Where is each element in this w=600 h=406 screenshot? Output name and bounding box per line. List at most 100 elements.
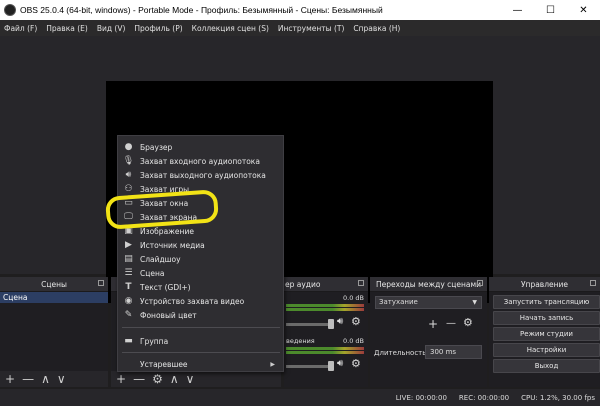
move-scene-down-button[interactable]: ∨ — [57, 373, 66, 385]
menu-item-video-capture-device[interactable]: ◉ Устройство захвата видео — [118, 294, 283, 308]
gear-icon[interactable]: ⚙ — [152, 373, 163, 385]
audio-mixer-body: 0.0 dB 🔊︎ ⚙ ведения 0.0 dB 🔊︎ ⚙ — [284, 292, 368, 387]
list-icon: ☰ — [124, 267, 133, 278]
start-recording-button[interactable]: Начать запись — [493, 311, 600, 325]
speaker-icon: 🔊︎ — [125, 169, 132, 180]
close-button[interactable]: ✕ — [567, 0, 600, 20]
menu-item-color-source[interactable]: ✎ Фоновый цвет — [118, 308, 283, 322]
menu-tools[interactable]: Инструменты (T) — [278, 24, 345, 33]
track-1-volume-slider[interactable] — [286, 319, 334, 329]
slideshow-icon: ▤ — [124, 253, 133, 264]
scene-item[interactable]: Сцена — [0, 292, 108, 303]
add-scene-button[interactable]: + — [5, 373, 15, 385]
transitions-dock-title: Переходы между сценами — [375, 279, 482, 289]
scenes-dock: Сцены Сцена + — ∧ ∨ — [0, 277, 108, 387]
camera-icon: ◉ — [124, 295, 133, 306]
sources-toolbar: + — ⚙ ∧ ∨ — [111, 371, 281, 387]
track-1-meter — [286, 304, 364, 312]
scenes-list: Сцена + — ∧ ∨ — [0, 292, 108, 387]
gear-icon[interactable]: ⚙ — [463, 316, 473, 329]
audio-mixer-dock: ер аудио 0.0 dB 🔊︎ ⚙ ведения 0.0 dB 🔊︎ ⚙ — [284, 277, 368, 387]
menu-edit[interactable]: Правка (E) — [46, 24, 88, 33]
cpu-status: CPU: 1.2%, 30.00 fps — [521, 393, 595, 402]
scenes-dock-title: Сцены — [41, 279, 67, 289]
add-source-button[interactable]: + — [116, 373, 126, 385]
brush-icon: ✎ — [124, 309, 133, 320]
menu-profile[interactable]: Профиль (P) — [134, 24, 182, 33]
studio-mode-button[interactable]: Режим студии — [493, 327, 600, 341]
remove-transition-button[interactable]: — — [446, 318, 456, 329]
menu-item-audio-output-capture[interactable]: 🔊︎ Захват выходного аудиопотока — [118, 168, 283, 182]
settings-button[interactable]: Настройки — [493, 343, 600, 357]
move-source-down-button[interactable]: ∨ — [186, 373, 195, 385]
gear-icon[interactable]: ⚙ — [351, 357, 361, 370]
menu-item-media-source[interactable]: ▶ Источник медиа — [118, 238, 283, 252]
transition-selected: Затухание — [379, 298, 418, 306]
menu-item-slideshow[interactable]: ▤ Слайдшоу — [118, 252, 283, 266]
float-dock-icon[interactable] — [98, 280, 104, 286]
menu-item-deprecated[interactable]: Устаревшее ▶ — [118, 357, 283, 371]
transitions-body: Затухание ▼ + — ⚙ Длительность 300 ms — [370, 292, 487, 387]
menu-item-browser[interactable]: ● Браузер — [118, 140, 283, 154]
menu-item-audio-input-capture[interactable]: 🎙︎ Захват входного аудиопотока — [118, 154, 283, 168]
start-streaming-button[interactable]: Запустить трансляцию — [493, 295, 600, 309]
menu-item-scene[interactable]: ☰ Сцена — [118, 266, 283, 280]
status-bar: LIVE: 00:00:00 REC: 00:00:00 CPU: 1.2%, … — [0, 389, 600, 406]
title-bar: OBS 25.0.4 (64-bit, windows) - Portable … — [0, 0, 600, 20]
speaker-icon[interactable]: 🔊︎ — [337, 316, 343, 327]
gamepad-icon: ⚇ — [124, 183, 133, 194]
add-source-context-menu: ● Браузер 🎙︎ Захват входного аудиопотока… — [117, 135, 284, 372]
menu-help[interactable]: Справка (H) — [353, 24, 400, 33]
scenes-toolbar: + — ∧ ∨ — [0, 371, 108, 387]
menu-view[interactable]: Вид (V) — [97, 24, 126, 33]
rec-status: REC: 00:00:00 — [458, 393, 510, 402]
track-1-db: 0.0 dB — [343, 294, 364, 302]
float-dock-icon[interactable] — [358, 280, 364, 286]
globe-icon: ● — [124, 141, 133, 152]
controls-body: Запустить трансляцию Начать запись Режим… — [489, 292, 600, 387]
menu-file[interactable]: Файл (F) — [4, 24, 37, 33]
minimize-button[interactable]: — — [501, 0, 534, 20]
add-transition-button[interactable]: + — [428, 317, 438, 331]
volume-handle[interactable] — [328, 319, 334, 329]
window-title: OBS 25.0.4 (64-bit, windows) - Portable … — [20, 5, 383, 15]
menu-scene-collection[interactable]: Коллекция сцен (S) — [192, 24, 269, 33]
transitions-dock-header: Переходы между сценами — [370, 277, 487, 292]
float-dock-icon[interactable] — [477, 280, 483, 286]
scenes-dock-header: Сцены — [0, 277, 108, 292]
move-source-up-button[interactable]: ∧ — [170, 373, 179, 385]
folder-icon: ▬ — [124, 335, 133, 346]
maximize-button[interactable]: ☐ — [534, 0, 567, 20]
chevron-right-icon: ▶ — [270, 360, 275, 368]
controls-dock-title: Управление — [520, 279, 569, 289]
duration-input[interactable]: 300 ms — [425, 345, 482, 359]
transition-select[interactable]: Затухание ▼ — [375, 296, 482, 309]
track-2-label: ведения — [286, 337, 315, 345]
obs-logo-icon — [4, 4, 16, 16]
menu-separator — [122, 327, 280, 328]
speaker-icon[interactable]: 🔊︎ — [337, 358, 343, 369]
live-status: LIVE: 00:00:00 — [395, 393, 447, 402]
chevron-down-icon: ▼ — [472, 299, 477, 306]
gear-icon[interactable]: ⚙ — [351, 315, 361, 328]
move-scene-up-button[interactable]: ∧ — [41, 373, 50, 385]
remove-source-button[interactable]: — — [133, 373, 145, 385]
menu-item-text-gdi[interactable]: T Текст (GDI+) — [118, 280, 283, 294]
exit-button[interactable]: Выход — [493, 359, 600, 373]
transitions-dock: Переходы между сценами Затухание ▼ + — ⚙… — [370, 277, 487, 387]
audio-mixer-title: ер аудио — [285, 279, 321, 289]
controls-dock: Управление Запустить трансляцию Начать з… — [489, 277, 600, 387]
volume-handle[interactable] — [328, 361, 334, 371]
menu-bar: Файл (F) Правка (E) Вид (V) Профиль (P) … — [0, 20, 600, 36]
remove-scene-button[interactable]: — — [22, 373, 34, 385]
track-2-db: 0.0 dB — [343, 337, 364, 345]
controls-dock-header: Управление — [489, 277, 600, 292]
track-2-volume-slider[interactable] — [286, 361, 334, 371]
float-dock-icon[interactable] — [590, 280, 596, 286]
play-icon: ▶ — [125, 239, 132, 250]
track-2-meter — [286, 347, 364, 355]
duration-label: Длительность — [374, 349, 427, 357]
audio-mixer-header: ер аудио — [284, 277, 368, 292]
menu-item-group[interactable]: ▬ Группа — [118, 334, 283, 348]
menu-separator — [122, 352, 280, 353]
